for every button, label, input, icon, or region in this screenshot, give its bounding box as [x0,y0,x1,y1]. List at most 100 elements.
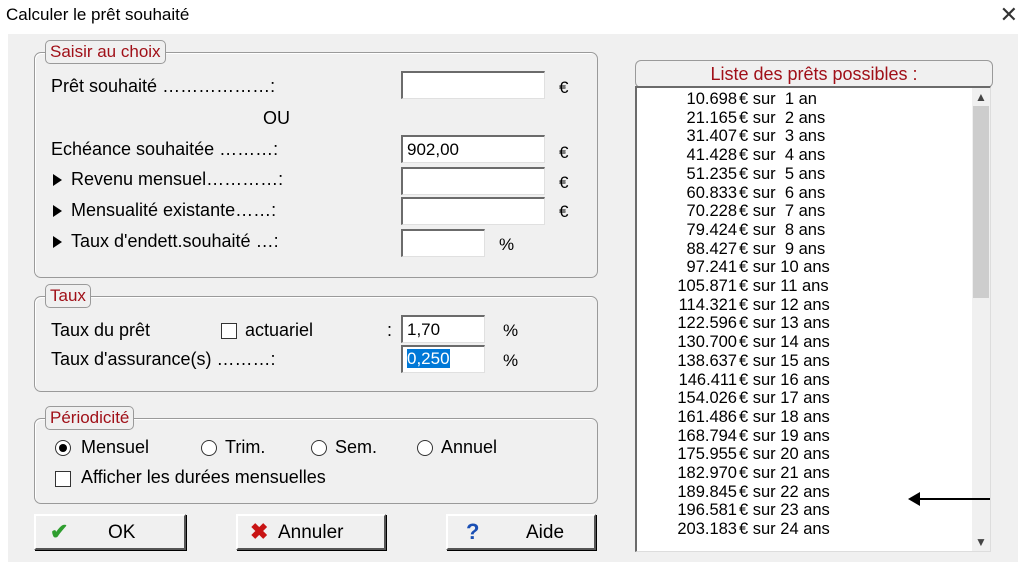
aide-button[interactable]: ? Aide [446,514,596,550]
scroll-down-icon[interactable]: ▼ [972,533,990,551]
loan-term: € sur 24 ans [739,520,830,539]
taux-assurance-input[interactable]: 0,250 [401,345,485,373]
loan-amount: 196.581 [677,501,737,520]
list-item[interactable]: 97.241 € sur 10 ans [637,258,967,276]
loan-amount: 51.235 [686,164,737,183]
loan-term: € sur 17 ans [739,389,830,408]
loan-amount: 161.486 [677,407,737,426]
mensuel-label: Mensuel [81,437,150,457]
ou-label: OU [263,108,290,128]
radio-annuel[interactable] [417,440,433,456]
loan-amount: 97.241 [686,258,737,277]
revenu-input[interactable] [401,167,545,195]
revenu-label: Revenu mensuel…………: [71,169,284,189]
loan-term: € sur 6 ans [739,183,826,202]
loan-amount: 105.871 [677,277,737,295]
trim-label: Trim. [225,437,266,457]
annuler-button[interactable]: ✖ Annuler [236,514,386,550]
list-item[interactable]: 70.228 € sur 7 ans [637,202,967,220]
list-item[interactable]: 138.637 € sur 15 ans [637,352,967,370]
loan-term: € sur 12 ans [739,295,830,314]
loan-term: € sur 14 ans [739,333,830,352]
periodicite-legend: Périodicité [45,406,135,430]
list-item[interactable]: 60.833 € sur 6 ans [637,184,967,202]
actuariel-checkbox[interactable] [221,323,237,339]
loan-term: € sur 22 ans [739,482,830,501]
loan-term: € sur 8 ans [739,220,826,239]
loan-amount: 41.428 [686,146,737,165]
list-item[interactable]: 31.407 € sur 3 ans [637,127,967,145]
afficher-durees-checkbox[interactable] [55,471,71,487]
revenu-expand-icon[interactable] [53,174,62,186]
title-bar: Calculer le prêt souhaité ✕ [0,0,1024,34]
saisir-group: Saisir au choix Prêt souhaité ………………: € … [34,40,598,278]
echeance-input[interactable] [401,135,545,163]
loan-amount: 60.833 [686,183,737,202]
periodicite-group: Périodicité Mensuel Trim. Sem. Annuel Af… [34,406,598,504]
loan-term: € sur 7 ans [739,202,826,221]
list-item[interactable]: 203.183 € sur 24 ans [637,520,967,538]
ok-button[interactable]: ✔ OK [34,514,186,550]
taux-pret-input[interactable] [401,315,485,343]
loan-term: € sur 21 ans [739,464,830,482]
taux-colon: : [387,320,393,340]
list-item[interactable]: 10.698 € sur 1 an [637,90,967,108]
mensualite-expand-icon[interactable] [53,205,62,217]
list-item[interactable]: 154.026 € sur 17 ans [637,389,967,407]
loan-amount: 31.407 [686,127,737,146]
list-item[interactable]: 122.596 € sur 13 ans [637,314,967,332]
list-item[interactable]: 79.424 € sur 8 ans [637,221,967,239]
pret-souhaite-input[interactable] [401,71,545,99]
list-item[interactable]: 175.955 € sur 20 ans [637,445,967,463]
loan-term: € sur 15 ans [739,351,830,370]
taux-endett-expand-icon[interactable] [53,236,62,248]
mensualite-input[interactable] [401,197,545,225]
ok-label: OK [108,522,136,543]
taux-legend: Taux [45,284,91,308]
arrow-icon [908,492,990,506]
radio-sem[interactable] [311,440,327,456]
list-item[interactable]: 114.321 € sur 12 ans [637,296,967,314]
scroll-up-icon[interactable]: ▲ [972,88,990,106]
list-item[interactable]: 88.427 € sur 9 ans [637,240,967,258]
loan-term: € sur 5 ans [739,164,826,183]
radio-trim[interactable] [201,440,217,456]
taux-endett-input[interactable] [401,229,485,257]
taux-assurance-unit: % [503,351,519,370]
close-icon[interactable]: ✕ [1000,2,1018,28]
list-item[interactable]: 182.970 € sur 21 ans [637,464,967,482]
list-item[interactable]: 105.871 € sur 11 ans [637,277,967,295]
revenu-unit: € [559,173,569,192]
actuariel-label: actuariel [245,320,314,340]
loan-term: € sur 23 ans [739,501,830,520]
loan-amount: 130.700 [677,333,737,352]
loan-amount: 138.637 [677,351,737,370]
list-item[interactable]: 41.428 € sur 4 ans [637,146,967,164]
list-item[interactable]: 161.486 € sur 18 ans [637,408,967,426]
x-icon: ✖ [250,519,269,544]
annuel-label: Annuel [441,437,498,457]
pret-souhaite-label: Prêt souhaité ………………: [51,76,276,96]
loan-amount: 79.424 [686,220,737,239]
loan-amount: 114.321 [678,295,737,314]
loan-amount: 122.596 [677,314,737,333]
taux-group: Taux Taux du prêt actuariel : % Taux d'a… [34,284,598,392]
list-item[interactable]: 21.165 € sur 2 ans [637,109,967,127]
mensualite-label: Mensualité existante……: [71,200,277,220]
loan-term: € sur 10 ans [739,258,830,277]
list-scrollbar[interactable]: ▲ ▼ [972,88,990,551]
list-item[interactable]: 51.235 € sur 5 ans [637,165,967,183]
dialog-panel: Saisir au choix Prêt souhaité ………………: € … [8,34,1018,562]
loan-term: € sur 13 ans [739,314,830,333]
list-item[interactable]: 146.411 € sur 16 ans [637,371,967,389]
loan-amount: 88.427 [686,239,737,258]
loan-term: € sur 1 an [739,90,817,108]
loan-list[interactable]: 10.698 € sur 1 an 21.165 € sur 2 ans 31.407 €… [635,86,991,552]
mensualite-unit: € [559,202,569,221]
radio-mensuel[interactable] [55,440,71,456]
scroll-thumb[interactable] [973,106,989,298]
list-item[interactable]: 130.700 € sur 14 ans [637,333,967,351]
list-item[interactable]: 168.794 € sur 19 ans [637,427,967,445]
loan-amount: 203.183 [677,520,737,539]
loan-amount: 189.845 [677,482,737,501]
